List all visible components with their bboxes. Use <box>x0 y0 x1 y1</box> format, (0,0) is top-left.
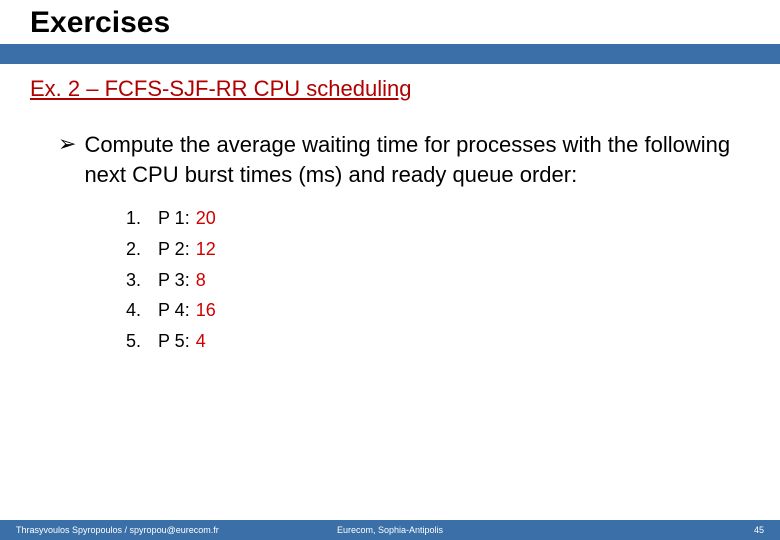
list-item: 5. P 5: 4 <box>126 326 750 357</box>
item-value: 16 <box>196 295 216 326</box>
footer-bar: Thrasyvoulos Spyropoulos / spyropou@eure… <box>0 520 780 540</box>
item-value: 12 <box>196 234 216 265</box>
footer-org: Eurecom, Sophia-Antipolis <box>337 525 443 535</box>
title-bar: Exercises <box>0 0 780 44</box>
list-item: 1. P 1: 20 <box>126 203 750 234</box>
item-number: 5. <box>126 326 158 357</box>
item-label: P 1: <box>158 203 190 234</box>
bullet-row: ➢ Compute the average waiting time for p… <box>30 130 750 189</box>
exercise-subtitle: Ex. 2 – FCFS-SJF-RR CPU scheduling <box>30 76 750 102</box>
item-value: 4 <box>196 326 206 357</box>
item-number: 1. <box>126 203 158 234</box>
bullet-arrow-icon: ➢ <box>58 130 76 159</box>
list-item: 4. P 4: 16 <box>126 295 750 326</box>
item-label: P 5: <box>158 326 190 357</box>
item-label: P 3: <box>158 265 190 296</box>
item-label: P 4: <box>158 295 190 326</box>
bullet-text: Compute the average waiting time for pro… <box>84 130 750 189</box>
item-value: 8 <box>196 265 206 296</box>
list-item: 3. P 3: 8 <box>126 265 750 296</box>
slide: Exercises Ex. 2 – FCFS-SJF-RR CPU schedu… <box>0 0 780 540</box>
slide-title: Exercises <box>30 6 780 40</box>
content-area: Ex. 2 – FCFS-SJF-RR CPU scheduling ➢ Com… <box>0 64 780 356</box>
title-underline-bar <box>0 44 780 64</box>
item-label: P 2: <box>158 234 190 265</box>
item-number: 3. <box>126 265 158 296</box>
item-number: 4. <box>126 295 158 326</box>
item-value: 20 <box>196 203 216 234</box>
item-number: 2. <box>126 234 158 265</box>
footer-page-number: 45 <box>754 525 764 535</box>
process-list: 1. P 1: 20 2. P 2: 12 3. P 3: 8 4. P 4: … <box>30 203 750 356</box>
list-item: 2. P 2: 12 <box>126 234 750 265</box>
footer-author: Thrasyvoulos Spyropoulos / spyropou@eure… <box>16 525 219 535</box>
